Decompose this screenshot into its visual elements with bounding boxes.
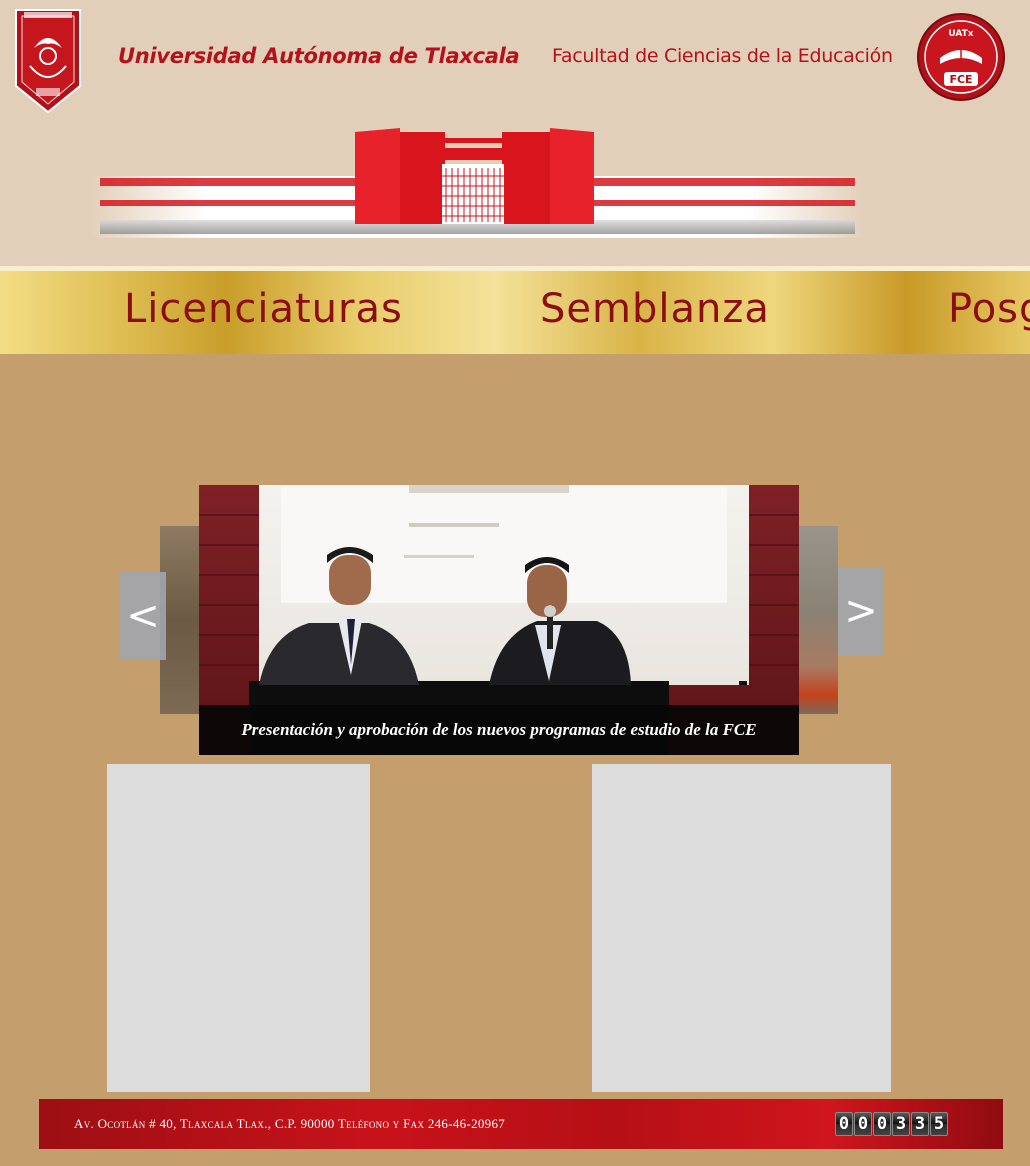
- visit-counter: 0 0 0 3 3 5: [835, 1112, 948, 1136]
- building-banner-image: [90, 128, 865, 238]
- counter-digit: 0: [835, 1112, 853, 1136]
- page-footer: Av. Ocotlán # 40, Tlaxcala Tlax., C.P. 9…: [39, 1099, 1003, 1149]
- slide-caption: Presentación y aprobación de los nuevos …: [241, 720, 757, 739]
- page-header: Universidad Autónoma de Tlaxcala Faculta…: [0, 0, 1030, 266]
- counter-digit: 0: [873, 1112, 891, 1136]
- content-box-left: [107, 764, 370, 1092]
- fce-logo-top-text: UATx: [948, 29, 973, 39]
- faculty-name: Facultad de Ciencias de la Educación: [552, 45, 893, 67]
- fce-logo-bottom-text: FCE: [949, 73, 972, 86]
- nav-item-licenciaturas[interactable]: Licenciaturas: [124, 286, 403, 332]
- footer-address: Av. Ocotlán # 40, Tlaxcala Tlax., C.P. 9…: [74, 1116, 506, 1131]
- content-box-right: [592, 764, 891, 1092]
- current-slide[interactable]: Presentación y aprobación de los nuevos …: [199, 485, 799, 755]
- counter-digit: 3: [911, 1112, 929, 1136]
- fce-round-logo[interactable]: UATx FCE: [916, 12, 1006, 102]
- counter-digit: 3: [892, 1112, 910, 1136]
- main-nav: Licenciaturas Semblanza Posg: [0, 266, 1030, 354]
- slider-prev-button[interactable]: <: [120, 572, 166, 660]
- nav-item-semblanza[interactable]: Semblanza: [540, 286, 770, 332]
- counter-digit: 0: [854, 1112, 872, 1136]
- counter-digit: 5: [930, 1112, 948, 1136]
- uat-shield-logo[interactable]: [14, 8, 82, 114]
- previous-slide-preview[interactable]: [160, 526, 200, 714]
- slide-caption-bar: Presentación y aprobación de los nuevos …: [199, 705, 799, 755]
- slider-next-button[interactable]: >: [838, 567, 884, 655]
- image-slider: Presentación y aprobación de los nuevos …: [120, 484, 885, 756]
- next-slide-preview[interactable]: [798, 526, 838, 714]
- university-name: Universidad Autónoma de Tlaxcala: [118, 44, 520, 68]
- nav-item-posgrado[interactable]: Posg: [948, 286, 1030, 332]
